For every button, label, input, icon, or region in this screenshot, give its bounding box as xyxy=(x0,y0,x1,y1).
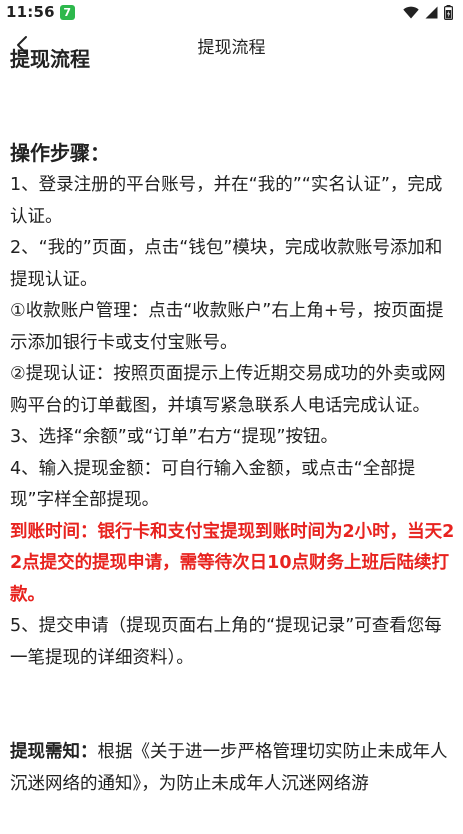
step-3: 3、选择“余额”或“订单”右方“提现”按钮。 xyxy=(10,427,339,447)
step-2: 2、“我的”页面，点击“钱包”模块，完成收款账号添加和提现认证。 xyxy=(10,238,443,290)
signal-icon xyxy=(425,6,438,18)
gap xyxy=(10,674,456,737)
step-2-sub-1: ①收款账户管理：点击“收款账户”右上角+号，按页面提示添加银行卡或支付宝账号。 xyxy=(10,301,444,353)
partial-heading: 提现流程 xyxy=(10,48,90,70)
step-5: 5、提交申请（提现页面右上角的“提现记录”可查看您每一笔提现的详细资料）。 xyxy=(10,616,442,668)
steps-heading: 操作步骤： xyxy=(10,141,110,165)
step-2-sub-2: ②提现认证：按照页面提示上传近期交易成功的外卖或网购平台的订单截图，并填写紧急联… xyxy=(10,364,446,416)
status-bar: 11:56 7 xyxy=(0,0,463,24)
status-time: 11:56 xyxy=(6,3,55,21)
step-4: 4、输入提现金额：可自行输入金额，或点击“全部提现”字样全部提现。 xyxy=(10,458,416,511)
status-right xyxy=(403,4,453,20)
withdraw-notice-label: 提现需知： xyxy=(10,742,98,762)
article-content[interactable]: 提现流程 操作步骤： 1、登录注册的平台账号，并在“我的”“实名认证”，完成认证… xyxy=(0,48,463,834)
battery-icon xyxy=(444,4,453,20)
withdraw-notice: 提现需知：根据《关于进一步严格管理切实防止未成年人沉迷网络的通知》，为防止未成年… xyxy=(10,737,456,800)
status-left: 11:56 7 xyxy=(6,3,75,21)
article-body: 提现流程 操作步骤： 1、登录注册的平台账号，并在“我的”“实名认证”，完成认证… xyxy=(10,48,456,800)
step-1: 1、登录注册的平台账号，并在“我的”“实名认证”，完成认证。 xyxy=(10,175,443,227)
arrival-time-notice: 到账时间：银行卡和支付宝提现到账时间为2小时，当天22点提交的提现申请，需等待次… xyxy=(10,521,455,605)
wifi-icon xyxy=(403,6,419,18)
app-notification-icon: 7 xyxy=(59,4,75,20)
